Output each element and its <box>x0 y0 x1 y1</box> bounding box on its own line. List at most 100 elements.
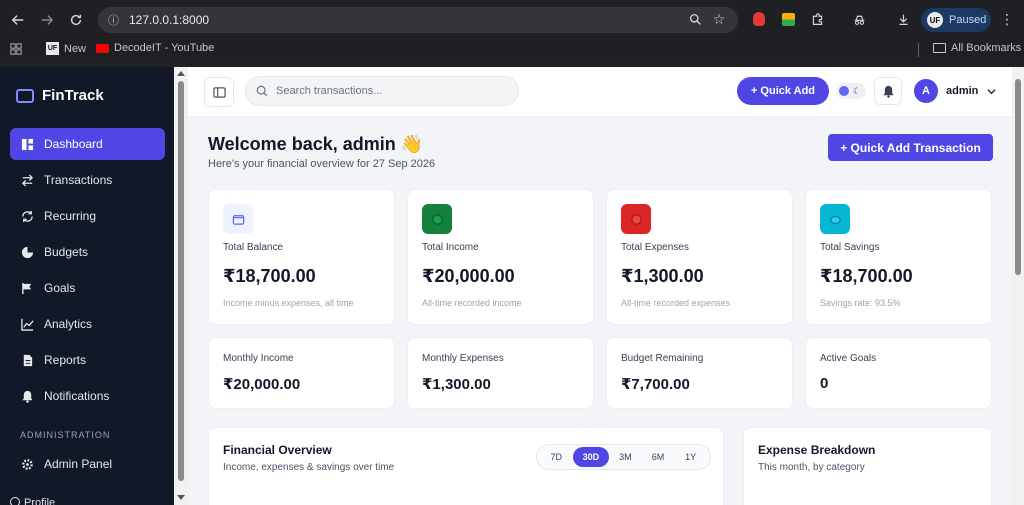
range-30d[interactable]: 30D <box>572 447 610 467</box>
sidebar-item-budgets[interactable]: Budgets <box>10 236 165 268</box>
panel-title: Financial Overview <box>223 443 332 457</box>
main-content: + Quick Add ☾ A admin Welcome back, admi… <box>188 67 1012 505</box>
bookmark-star-icon[interactable]: ☆ <box>710 10 728 28</box>
stat-value: ₹20,000.00 <box>422 266 515 286</box>
browser-toolbar: ⓘ 127.0.0.1:8000 ☆ UF Paused ⋮ <box>0 0 1024 39</box>
sidebar-scroll-thumb[interactable] <box>178 81 184 481</box>
download-icon[interactable] <box>894 10 912 28</box>
site-info-icon[interactable]: ⓘ <box>108 12 119 28</box>
bookmark-decodeit[interactable]: DecodeIT - YouTube <box>96 42 214 54</box>
back-icon[interactable] <box>4 6 32 34</box>
sidebar-item-recurring[interactable]: Recurring <box>10 200 165 232</box>
address-bar[interactable]: ⓘ 127.0.0.1:8000 <box>98 7 738 33</box>
mini-value: ₹1,300.00 <box>422 376 491 393</box>
user-menu[interactable]: A admin <box>914 79 997 103</box>
profile-icon <box>10 497 20 505</box>
sidebar-item-label: Profile <box>24 497 56 505</box>
extensions-puzzle-icon[interactable] <box>808 10 826 28</box>
url-text: 127.0.0.1:8000 <box>129 13 210 27</box>
main-scrollbar[interactable] <box>1012 67 1024 505</box>
stat-card-total-savings: Total Savings ₹18,700.00 Savings rate: 9… <box>805 189 992 325</box>
bookmarks-bar: UF New DecodeIT - YouTube All Bookmarks <box>0 39 1024 61</box>
quick-add-transaction-button[interactable]: + Quick Add Transaction <box>828 134 993 161</box>
theme-toggle[interactable]: ☾ <box>836 83 866 99</box>
kebab-menu-icon[interactable]: ⋮ <box>998 10 1016 28</box>
zoom-icon[interactable] <box>686 10 704 28</box>
stat-note: Income minus expenses, all time <box>223 298 354 308</box>
stat-value: ₹18,700.00 <box>820 266 913 286</box>
forward-icon[interactable] <box>33 6 61 34</box>
wallet-icon <box>223 204 253 234</box>
profile-paused-button[interactable]: UF Paused <box>921 8 991 32</box>
mini-label: Monthly Income <box>223 353 294 364</box>
sidebar-item-admin-panel[interactable]: Admin Panel <box>10 448 165 480</box>
sidebar-toggle-button[interactable] <box>204 77 234 107</box>
sidebar-item-notifications[interactable]: Notifications <box>10 380 165 412</box>
scroll-down-arrow[interactable] <box>177 495 185 500</box>
scroll-up-arrow[interactable] <box>177 71 185 76</box>
bell-icon <box>20 389 34 403</box>
panel-subtitle: This month, by category <box>758 462 865 473</box>
sidebar-item-transactions[interactable]: Transactions <box>10 164 165 196</box>
user-name: admin <box>946 85 979 97</box>
range-7d[interactable]: 7D <box>540 447 573 467</box>
incognito-tools-icon[interactable] <box>850 10 868 28</box>
reports-icon <box>20 353 34 367</box>
sidebar-item-label: Goals <box>44 281 76 295</box>
mini-value: ₹20,000.00 <box>223 376 301 393</box>
bell-icon <box>882 85 894 98</box>
stat-label: Total Income <box>422 242 479 253</box>
sidebar-scrollbar[interactable] <box>174 67 188 505</box>
range-6m[interactable]: 6M <box>642 447 675 467</box>
sidebar: FinTrack Dashboard Transactions Recurrin… <box>0 67 174 505</box>
stat-value: ₹1,300.00 <box>621 266 704 286</box>
avatar: A <box>914 79 938 103</box>
bookmark-new[interactable]: UF New <box>46 42 86 55</box>
sidebar-item-analytics[interactable]: Analytics <box>10 308 165 340</box>
apps-grid-icon[interactable] <box>10 43 22 55</box>
expense-icon <box>621 204 651 234</box>
budgets-icon <box>20 245 34 259</box>
extension-red-icon[interactable] <box>750 10 768 28</box>
sidebar-item-label: Transactions <box>44 173 113 187</box>
search-box[interactable] <box>245 76 519 106</box>
all-bookmarks-label: All Bookmarks <box>951 42 1022 54</box>
search-input[interactable] <box>276 85 496 97</box>
expense-breakdown-panel: Expense Breakdown This month, by categor… <box>743 427 992 505</box>
folder-icon <box>933 43 946 53</box>
mini-label: Monthly Expenses <box>422 353 504 364</box>
extension-calendar-icon[interactable] <box>779 10 797 28</box>
bookmarks-divider <box>918 43 919 57</box>
all-bookmarks[interactable]: All Bookmarks <box>933 42 1021 54</box>
range-3m[interactable]: 3M <box>609 447 642 467</box>
mini-card-monthly-expenses: Monthly Expenses ₹1,300.00 <box>407 337 594 409</box>
panel-title: Expense Breakdown <box>758 443 876 457</box>
notifications-button[interactable] <box>874 77 902 105</box>
page-title: Welcome back, admin 👋 <box>208 134 424 154</box>
sidebar-section-admin: ADMINISTRATION <box>20 430 111 440</box>
main-scroll-thumb[interactable] <box>1015 79 1021 275</box>
reload-icon[interactable] <box>62 6 90 34</box>
sidebar-item-profile[interactable]: Profile <box>10 497 55 505</box>
page-subtitle: Here's your financial overview for 27 Se… <box>208 158 436 170</box>
mini-label: Active Goals <box>820 353 877 364</box>
sidebar-item-label: Notifications <box>44 389 110 403</box>
stat-note: Savings rate: 93.5% <box>820 298 901 308</box>
mini-card-budget-remaining: Budget Remaining ₹7,700.00 <box>606 337 793 409</box>
range-1y[interactable]: 1Y <box>674 447 707 467</box>
sidebar-toggle-icon <box>212 86 226 98</box>
sidebar-item-dashboard[interactable]: Dashboard <box>10 128 165 160</box>
sidebar-item-reports[interactable]: Reports <box>10 344 165 376</box>
quick-add-button[interactable]: + Quick Add <box>737 77 829 105</box>
brand[interactable]: FinTrack <box>16 87 104 104</box>
stat-label: Total Savings <box>820 242 880 253</box>
recurring-icon <box>20 209 34 223</box>
wallet-logo-icon <box>16 88 34 103</box>
sidebar-item-goals[interactable]: Goals <box>10 272 165 304</box>
stat-value: ₹18,700.00 <box>223 266 316 286</box>
profile-avatar: UF <box>927 12 943 28</box>
piggy-bank-icon <box>820 204 850 234</box>
panel-subtitle: Income, expenses & savings over time <box>223 462 395 473</box>
sidebar-item-label: Admin Panel <box>44 457 113 471</box>
stat-card-total-balance: Total Balance ₹18,700.00 Income minus ex… <box>208 189 395 325</box>
